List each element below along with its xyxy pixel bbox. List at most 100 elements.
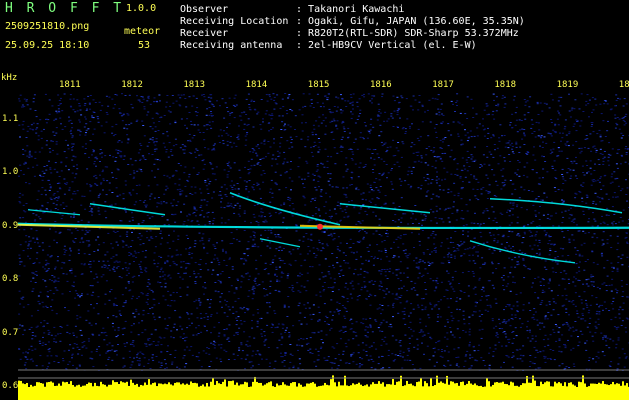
noise-speck <box>235 324 238 326</box>
noise-speck <box>605 344 608 346</box>
noise-speck <box>614 178 617 180</box>
noise-speck <box>354 163 357 165</box>
noise-speck <box>384 275 387 277</box>
noise-speck <box>350 96 353 98</box>
noise-speck <box>588 323 591 324</box>
noise-speck <box>409 312 412 314</box>
noise-speck <box>372 233 375 235</box>
noise-speck <box>541 110 544 112</box>
noise-speck <box>433 347 436 349</box>
noise-speck <box>125 211 127 213</box>
noise-speck <box>545 196 548 198</box>
noise-speck <box>345 212 348 214</box>
noise-speck <box>117 244 119 246</box>
noise-speck <box>498 323 501 325</box>
noise-speck <box>511 127 514 129</box>
noise-speck <box>22 217 25 219</box>
noise-speck <box>159 367 162 368</box>
noise-speck <box>31 290 34 292</box>
noise-speck <box>404 131 407 133</box>
noise-speck <box>614 114 617 116</box>
noise-speck <box>253 243 256 245</box>
noise-speck <box>189 276 192 278</box>
noise-speck <box>303 286 306 288</box>
noise-speck <box>195 148 198 150</box>
noise-speck <box>205 313 208 315</box>
noise-speck <box>32 122 35 124</box>
noise-speck <box>521 242 524 244</box>
noise-speck <box>544 315 547 317</box>
noise-speck <box>206 252 209 254</box>
noise-speck <box>491 114 494 116</box>
noise-speck <box>111 172 113 174</box>
noise-speck <box>554 191 557 192</box>
noise-speck <box>580 150 583 152</box>
noise-speck <box>567 255 570 256</box>
noise-speck <box>75 336 78 338</box>
noise-speck <box>247 191 250 193</box>
noise-speck <box>117 334 119 336</box>
noise-speck <box>324 321 326 322</box>
noise-speck <box>534 159 537 161</box>
noise-speck <box>352 252 355 254</box>
noise-speck <box>533 131 536 132</box>
noise-speck <box>611 181 614 183</box>
noise-speck <box>552 329 555 331</box>
noise-speck <box>163 359 166 361</box>
noise-speck <box>378 250 381 252</box>
noise-speck <box>437 316 439 318</box>
noise-speck <box>418 101 421 103</box>
noise-speck <box>463 292 466 293</box>
noise-speck <box>402 250 405 252</box>
noise-speck <box>534 292 537 294</box>
noise-speck <box>254 109 257 111</box>
noise-speck <box>156 159 159 161</box>
noise-speck <box>340 329 343 331</box>
noise-speck <box>387 305 390 307</box>
noise-speck <box>235 287 238 289</box>
noise-speck <box>584 261 587 262</box>
noise-speck <box>283 365 286 367</box>
noise-speck <box>534 199 537 201</box>
noise-speck <box>542 279 545 281</box>
noise-speck <box>37 190 40 192</box>
noise-speck <box>287 273 290 275</box>
noise-speck <box>155 138 158 140</box>
noise-speck <box>390 247 393 249</box>
noise-speck <box>106 113 109 115</box>
noise-speck <box>264 230 267 231</box>
noise-speck <box>392 95 395 97</box>
noise-speck <box>167 345 169 347</box>
noise-speck <box>188 112 191 113</box>
noise-speck <box>138 168 141 170</box>
noise-speck <box>386 149 389 151</box>
noise-speck <box>367 260 370 262</box>
noise-speck <box>434 217 437 219</box>
noise-speck <box>408 253 411 255</box>
noise-speck <box>351 323 354 325</box>
noise-speck <box>385 256 388 258</box>
noise-speck <box>171 255 174 257</box>
noise-speck <box>262 202 265 204</box>
noise-speck <box>449 298 452 300</box>
noise-speck <box>333 347 336 349</box>
noise-speck <box>180 266 183 268</box>
noise-speck <box>124 262 127 264</box>
noise-speck <box>328 108 331 110</box>
noise-speck <box>128 94 131 96</box>
noise-speck <box>575 119 578 121</box>
noise-speck <box>422 252 425 254</box>
noise-speck <box>88 322 91 324</box>
noise-speck <box>206 319 209 320</box>
noise-speck <box>495 335 498 337</box>
noise-speck <box>105 95 108 97</box>
noise-speck <box>167 275 170 277</box>
noise-speck <box>625 283 628 285</box>
noise-speck <box>255 259 258 261</box>
noise-speck <box>401 97 404 99</box>
noise-speck <box>199 132 202 133</box>
noise-speck <box>561 174 564 175</box>
noise-speck <box>395 292 398 294</box>
noise-speck <box>123 127 126 129</box>
noise-speck <box>203 317 206 319</box>
